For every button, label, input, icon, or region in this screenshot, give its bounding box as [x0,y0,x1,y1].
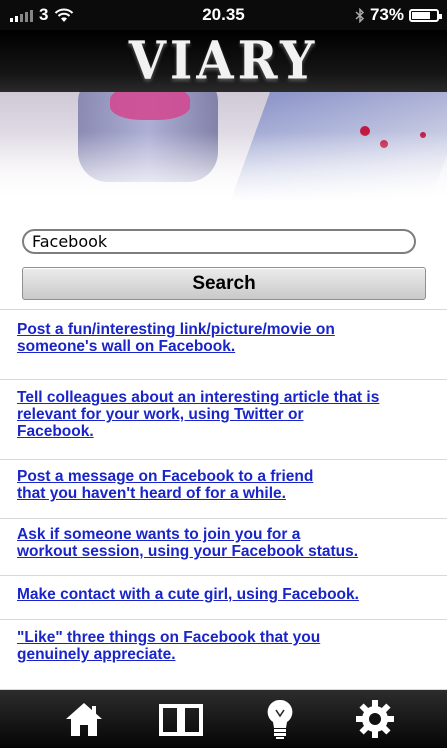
list-item: Make contact with a cute girl, using Fac… [0,575,447,619]
gear-icon [356,700,394,738]
battery-icon [409,8,442,22]
list-item: Post a message on Facebook to a friend t… [0,459,447,518]
result-link[interactable]: Tell colleagues about an interesting art… [17,389,379,440]
app-logo: VIARY [128,30,319,92]
tab-bar [0,690,447,748]
tab-diary[interactable] [156,696,206,742]
battery-indicator: 73% [355,5,442,25]
result-link[interactable]: "Like" three things on Facebook that you… [17,629,320,663]
result-link[interactable]: Post a fun/interesting link/picture/movi… [17,321,335,355]
lightbulb-icon [267,699,293,739]
list-item: Post a fun/interesting link/picture/movi… [0,309,447,379]
search-button[interactable]: Search [22,267,426,300]
tab-ideas[interactable] [255,696,305,742]
app-header: VIARY [0,30,447,92]
status-bar: 3 20.35 73% [0,0,447,30]
search-input[interactable] [22,229,416,254]
result-link[interactable]: Make contact with a cute girl, using Fac… [17,586,359,603]
tab-settings[interactable] [350,696,400,742]
list-item: Tell colleagues about an interesting art… [0,379,447,459]
list-item: "Like" three things on Facebook that you… [0,619,447,690]
result-link[interactable]: Post a message on Facebook to a friend t… [17,468,313,502]
tab-home[interactable] [59,696,109,742]
battery-percent: 73% [369,5,404,24]
result-link[interactable]: Ask if someone wants to join you for a w… [17,526,358,560]
header-artwork [0,92,447,202]
bluetooth-icon [355,7,365,23]
book-icon [159,704,203,736]
list-item: Ask if someone wants to join you for a w… [0,518,447,575]
home-icon [66,703,102,736]
